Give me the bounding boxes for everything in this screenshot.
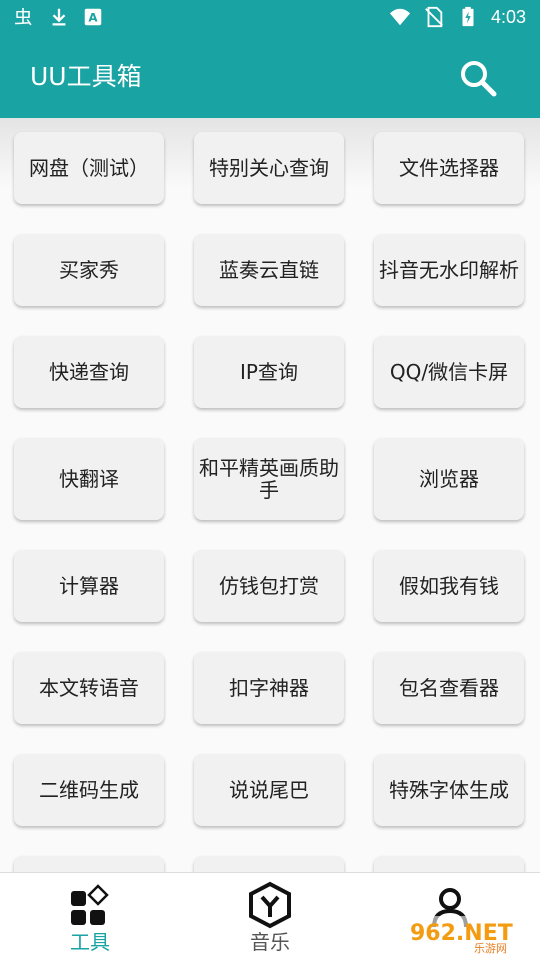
wifi-icon (389, 8, 411, 26)
no-sim-icon (425, 6, 443, 28)
site-watermark: 962.NET 乐游网 (404, 916, 536, 955)
tool-button[interactable]: 扣字神器 (194, 652, 344, 724)
tool-button[interactable]: 假如我有钱 (374, 550, 524, 622)
notification-a-icon: A (84, 8, 102, 26)
tool-button[interactable]: 包名查看器 (374, 652, 524, 724)
tool-button[interactable]: 特殊字体生成 (374, 754, 524, 826)
download-icon (52, 8, 66, 26)
tool-button[interactable]: 文件选择器 (374, 132, 524, 204)
tool-button[interactable]: 本文转语音 (14, 652, 164, 724)
tool-button[interactable]: 说说尾巴 (194, 754, 344, 826)
tool-button-partial[interactable] (374, 856, 524, 872)
nav-music-label: 音乐 (250, 930, 290, 954)
app-bar: UU工具箱 (0, 36, 540, 118)
tool-button[interactable]: 仿钱包打赏 (194, 550, 344, 622)
svg-text:虫: 虫 (14, 7, 32, 28)
tool-button[interactable]: 和平精英画质助手 (194, 438, 344, 520)
tools-grid-icon (71, 884, 109, 925)
app-title: UU工具箱 (30, 62, 142, 91)
tool-button[interactable]: 网盘（测试） (14, 132, 164, 204)
tool-button[interactable]: 快翻译 (14, 438, 164, 520)
svg-text:乐游网: 乐游网 (474, 942, 507, 955)
bug-icon: 虫 (14, 7, 32, 28)
tool-button[interactable]: 快递查询 (14, 336, 164, 408)
tool-button[interactable]: 特别关心查询 (194, 132, 344, 204)
tool-button-partial[interactable] (14, 856, 164, 872)
nav-music[interactable]: 音乐 (180, 873, 360, 960)
status-bar: 虫 A 4:03 (0, 0, 540, 36)
tool-button[interactable]: 浏览器 (374, 438, 524, 520)
nav-tools[interactable]: 工具 (0, 873, 180, 960)
tool-button[interactable]: 买家秀 (14, 234, 164, 306)
tool-button-partial[interactable] (194, 856, 344, 872)
tool-button[interactable]: 抖音无水印解析 (374, 234, 524, 306)
nav-tools-label: 工具 (70, 930, 110, 954)
tool-list[interactable]: 网盘（测试） 特别关心查询 文件选择器买家秀 蓝奏云直链 抖音无水印解析快递查询 IP查询… (0, 118, 540, 872)
tool-button[interactable]: 二维码生成 (14, 754, 164, 826)
battery-charging-icon (462, 6, 474, 27)
tool-button[interactable]: QQ/微信卡屏 (374, 336, 524, 408)
music-cube-icon (249, 881, 291, 929)
svg-text:A: A (88, 11, 98, 25)
tool-button[interactable]: 蓝奏云直链 (194, 234, 344, 306)
tool-grid: 网盘（测试） 特别关心查询 文件选择器买家秀 蓝奏云直链 抖音无水印解析快递查询 IP查询… (14, 132, 526, 872)
bottom-navigation: 工具 音乐 962.NET 乐游网 (0, 872, 540, 960)
search-icon[interactable] (456, 56, 500, 100)
clock: 4:03 (490, 7, 526, 27)
tool-button[interactable]: IP查询 (194, 336, 344, 408)
tool-button[interactable]: 计算器 (14, 550, 164, 622)
